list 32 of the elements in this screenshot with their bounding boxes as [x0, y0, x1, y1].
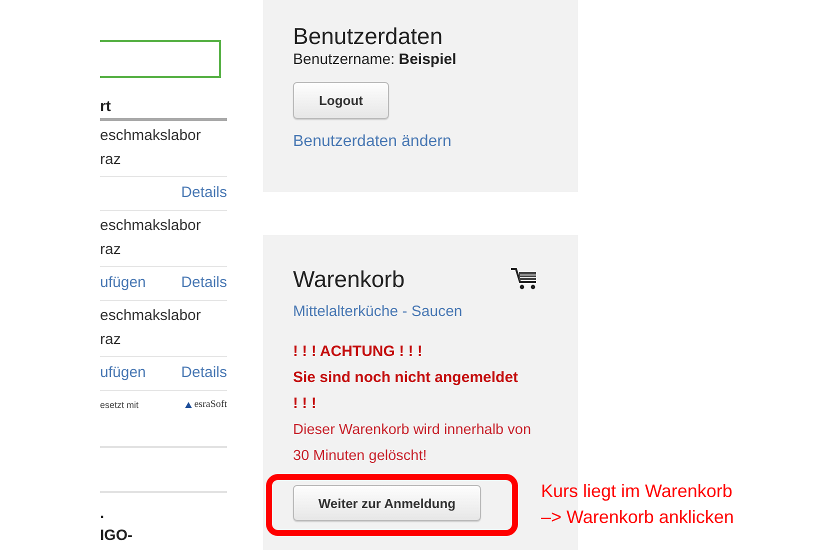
column-header: rt: [100, 98, 227, 121]
table-cell-text: raz: [100, 150, 122, 170]
triangle-icon: [185, 402, 192, 408]
warning-text: Sie sind noch nicht angemeldet: [293, 368, 520, 388]
brand-name: esraSoft: [194, 399, 227, 410]
table-cell-text: eschmakslabor: [100, 126, 202, 146]
continue-button[interactable]: Weiter zur Anmeldung: [293, 485, 481, 521]
action-link[interactable]: ufügen: [100, 271, 146, 295]
heading-text: .: [100, 504, 106, 524]
table-cell-text: raz: [100, 330, 122, 350]
action-link[interactable]: Details: [181, 181, 227, 205]
warning-text: ! ! ! ACHTUNG ! ! !: [293, 342, 424, 362]
action-link[interactable]: ufügen: [100, 361, 146, 385]
edit-user-link[interactable]: Benutzerdaten ändern: [293, 133, 452, 151]
table-cell-text: raz: [100, 240, 122, 260]
annotation-text: Kurs liegt im Warenkorb: [541, 480, 734, 503]
username: Beispiel: [398, 51, 456, 68]
footer-text: esetzt mit: [100, 400, 139, 410]
action-link[interactable]: Details: [181, 361, 227, 385]
annotation-text: –> Warenkorb anklicken: [541, 506, 734, 529]
panel-title: Warenkorb: [293, 265, 405, 293]
panel-title: Benutzerdaten: [293, 22, 444, 50]
notice-text: Dieser Warenkorb wird innerhalb von 30 Minuten gelöscht!: [293, 421, 532, 466]
table-cell-text: eschmakslabor: [100, 216, 202, 236]
logout-button[interactable]: Logout: [293, 82, 389, 119]
warning-text: ! ! !: [293, 394, 318, 414]
action-link[interactable]: Details: [181, 271, 227, 295]
table-cell-text: eschmakslabor: [100, 306, 202, 326]
cart-item-link[interactable]: Mittelalterküche - Saucen: [293, 303, 462, 320]
search-field[interactable]: [100, 40, 221, 78]
username-label: Benutzername:: [293, 51, 395, 68]
heading-text: IGO-: [100, 526, 134, 546]
